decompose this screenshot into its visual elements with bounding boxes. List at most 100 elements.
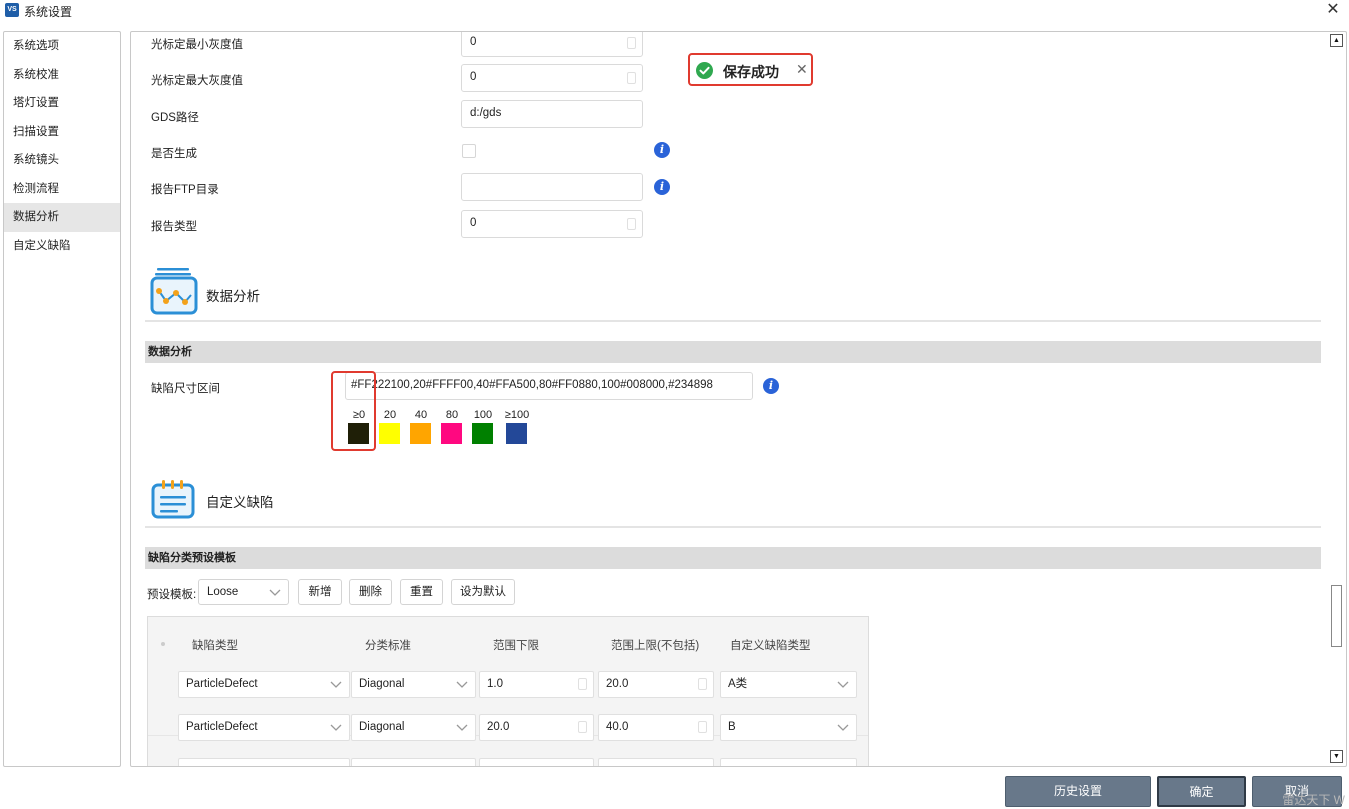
chevron-down-icon: [269, 589, 281, 596]
color-swatch[interactable]: [472, 423, 493, 444]
data-analysis-chart-icon: [150, 267, 198, 315]
defect-type-select[interactable]: ParticleDefect: [178, 714, 350, 741]
confirm-button[interactable]: 确定: [1157, 776, 1246, 807]
sidebar-item-data-analysis[interactable]: 数据分析: [4, 203, 120, 232]
gds-path-input[interactable]: d:/gds: [461, 100, 643, 128]
preset-template-label: 预设模板:: [147, 589, 197, 601]
spinner-icon[interactable]: [698, 721, 707, 733]
report-type-input[interactable]: 0: [461, 210, 643, 238]
sidebar-item-system-lens[interactable]: 系统镜头: [4, 146, 120, 175]
criterion-value: Diagonal: [359, 721, 405, 733]
gds-path-label: GDS路径: [151, 112, 199, 124]
window-close-button[interactable]: ✕: [1323, 0, 1343, 20]
add-template-button[interactable]: 新增: [298, 579, 342, 605]
generate-label: 是否生成: [151, 148, 197, 160]
legend-label: ≥0: [352, 409, 366, 421]
column-header[interactable]: 自定义缺陷类型: [730, 637, 811, 653]
column-header[interactable]: 分类标准: [365, 637, 411, 653]
sidebar-item-system-options[interactable]: 系统选项: [4, 32, 120, 61]
spinner-icon[interactable]: [627, 37, 636, 49]
chevron-down-icon: [330, 724, 342, 731]
upper-bound-input[interactable]: 40.0: [598, 714, 714, 741]
spinner-icon[interactable]: [627, 72, 636, 84]
legend-label: 80: [445, 409, 459, 421]
sidebar-item-system-calibration[interactable]: 系统校准: [4, 61, 120, 90]
info-icon[interactable]: i: [654, 179, 670, 195]
data-analysis-section-title: 数据分析: [206, 289, 260, 304]
custom-defect-type-select[interactable]: A类: [720, 671, 857, 698]
success-check-icon: [696, 62, 713, 79]
scrollbar-thumb[interactable]: [1331, 585, 1342, 647]
report-ftp-input[interactable]: [461, 173, 643, 201]
set-default-button[interactable]: 设为默认: [451, 579, 515, 605]
legend-label: 20: [383, 409, 397, 421]
lower-bound-input[interactable]: 1.0: [479, 671, 594, 698]
cursor-max-gray-input[interactable]: 0: [461, 64, 643, 92]
chevron-down-icon: [456, 681, 468, 688]
gds-path-value: d:/gds: [470, 107, 502, 119]
sidebar-nav: 系统选项 系统校准 塔灯设置 扫描设置 系统镜头 检测流程 数据分析 自定义缺陷: [3, 31, 121, 767]
column-header[interactable]: 范围上限(不包括): [611, 637, 699, 653]
defect-size-range-input[interactable]: #FF222100,20#FFFF00,40#FFA500,80#FF0880,…: [345, 372, 753, 400]
lower-bound-value: 20.0: [487, 721, 510, 733]
column-header[interactable]: 缺陷类型: [192, 637, 238, 653]
title-bar: VS 系统设置 ✕: [0, 0, 1349, 22]
criterion-select[interactable]: Diagonal: [351, 714, 476, 741]
sidebar-item-custom-defect[interactable]: 自定义缺陷: [4, 232, 120, 261]
scroll-down-icon[interactable]: ▼: [1330, 750, 1343, 763]
history-settings-button[interactable]: 历史设置: [1005, 776, 1151, 807]
color-swatch[interactable]: [379, 423, 400, 444]
defect-type-value: ParticleDefect: [186, 721, 258, 733]
defect-template-bar: 缺陷分类预设模板: [145, 547, 1321, 569]
lower-bound-input[interactable]: 20.0: [479, 714, 594, 741]
info-icon[interactable]: i: [763, 378, 779, 394]
custom-defect-type-value: A类: [728, 678, 748, 690]
preset-template-select[interactable]: Loose: [198, 579, 289, 605]
data-analysis-bar: 数据分析: [145, 341, 1321, 363]
defect-size-range-value: #FF222100,20#FFFF00,40#FFA500,80#FF0880,…: [351, 379, 713, 391]
cursor-min-gray-value: 0: [470, 36, 477, 48]
spinner-icon[interactable]: [578, 678, 587, 690]
row-header-dot: [161, 642, 165, 646]
color-swatch[interactable]: [348, 423, 369, 444]
upper-bound-input[interactable]: [598, 758, 714, 766]
spinner-icon[interactable]: [627, 218, 636, 230]
color-swatch[interactable]: [441, 423, 462, 444]
reset-template-button[interactable]: 重置: [400, 579, 443, 605]
cursor-min-gray-label: 光标定最小灰度值: [151, 39, 243, 51]
column-header[interactable]: 范围下限: [493, 637, 539, 653]
info-icon[interactable]: i: [654, 142, 670, 158]
cursor-max-gray-label: 光标定最大灰度值: [151, 75, 243, 87]
spinner-icon[interactable]: [578, 721, 587, 733]
criterion-value: Diagonal: [359, 678, 405, 690]
lower-bound-value: 1.0: [487, 678, 503, 690]
sidebar-item-tower-light[interactable]: 塔灯设置: [4, 89, 120, 118]
custom-defect-type-select[interactable]: [720, 758, 857, 766]
custom-defect-section-title: 自定义缺陷: [206, 495, 274, 510]
custom-defect-type-select[interactable]: B: [720, 714, 857, 741]
generate-checkbox[interactable]: [462, 144, 476, 158]
upper-bound-input[interactable]: 20.0: [598, 671, 714, 698]
criterion-select[interactable]: Diagonal: [351, 671, 476, 698]
report-type-label: 报告类型: [151, 221, 197, 233]
spinner-icon[interactable]: [698, 678, 707, 690]
toast-close-icon[interactable]: ✕: [796, 61, 808, 78]
sidebar-item-scan-settings[interactable]: 扫描设置: [4, 118, 120, 147]
scroll-up-icon[interactable]: ▲: [1330, 34, 1343, 47]
delete-template-button[interactable]: 删除: [349, 579, 392, 605]
defect-type-select[interactable]: ParticleDefect: [178, 671, 350, 698]
defect-type-select[interactable]: [178, 758, 350, 766]
app-logo-icon: VS: [5, 3, 19, 17]
color-swatch[interactable]: [410, 423, 431, 444]
upper-bound-value: 20.0: [606, 678, 629, 690]
cursor-min-gray-input[interactable]: 0: [461, 32, 643, 57]
sidebar-item-inspection-flow[interactable]: 检测流程: [4, 175, 120, 204]
criterion-select[interactable]: [351, 758, 476, 766]
vertical-scrollbar[interactable]: ▲ ▼: [1330, 34, 1343, 764]
section-divider: [145, 320, 1321, 322]
preset-template-value: Loose: [207, 586, 239, 598]
lower-bound-input[interactable]: [479, 758, 594, 766]
chevron-down-icon: [837, 681, 849, 688]
save-success-toast: 保存成功 ✕: [688, 53, 813, 86]
color-swatch[interactable]: [506, 423, 527, 444]
